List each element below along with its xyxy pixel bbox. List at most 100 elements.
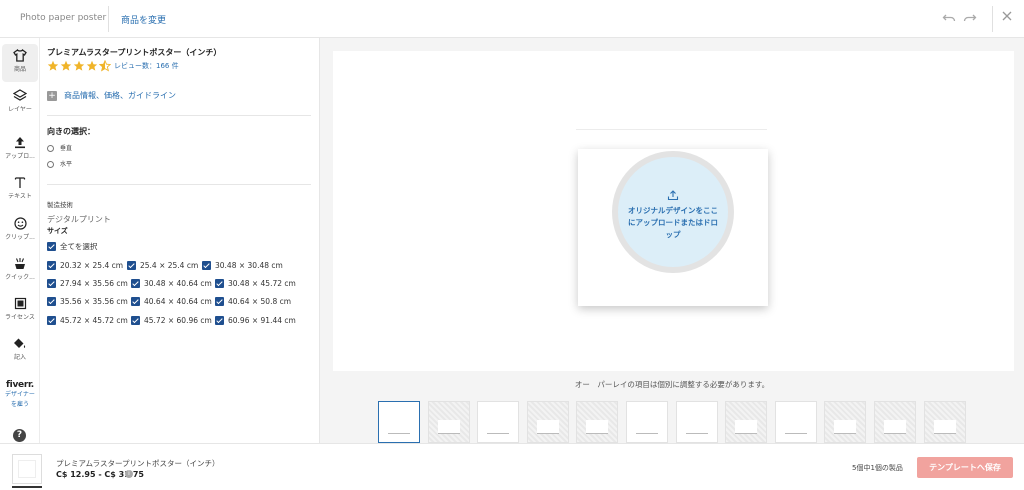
star-icon xyxy=(73,60,85,71)
product-info-link[interactable]: + 商品情報、価格、ガイドライン xyxy=(47,91,176,103)
size-header: サイズ xyxy=(47,227,68,235)
thumbnail-preview xyxy=(685,420,708,434)
variant-thumbnail[interactable] xyxy=(378,401,420,443)
layers-icon xyxy=(13,89,27,101)
review-count[interactable]: レビュー数：166 件 xyxy=(114,61,179,71)
upload-drop-zone[interactable]: オリジナルデザインをここにアップロードまたはドロップ xyxy=(618,157,728,267)
variant-thumbnail[interactable] xyxy=(824,401,867,443)
size-checkbox[interactable]: 40.64 × 50.8 cm xyxy=(215,297,291,307)
size-label: 40.64 × 50.8 cm xyxy=(228,297,292,306)
variant-thumbnail[interactable] xyxy=(427,401,470,443)
rail-label: 記入 xyxy=(13,354,26,361)
product-thumbnail[interactable] xyxy=(12,454,42,484)
variant-thumbnail[interactable] xyxy=(477,401,520,443)
help-icon[interactable]: ? xyxy=(13,429,26,442)
divider xyxy=(108,6,109,32)
tool-rail: 商品 レイヤー アップロ... テキスト クリップ... クイック... ライセ… xyxy=(0,38,40,443)
star-icon xyxy=(86,60,98,71)
size-checkbox[interactable]: 20.32 × 25.4 cm xyxy=(47,261,123,271)
product-info-label: 商品情報、価格、ガイドライン xyxy=(64,91,176,100)
footer-bar: プレミアムラスタープリントポスター（インチ） C$ 12.95 - C$ 31.… xyxy=(0,443,1024,490)
thumbnail-preview xyxy=(388,420,410,434)
checkbox-checked xyxy=(202,261,211,270)
rail-item-quick-design[interactable]: クイック... xyxy=(2,252,38,290)
rail-item-fill[interactable]: 記入 xyxy=(2,332,38,370)
rail-item-text[interactable]: テキスト xyxy=(2,171,38,209)
thumbnail-preview xyxy=(586,420,609,434)
divider xyxy=(47,184,311,185)
variant-thumbnail[interactable] xyxy=(725,401,768,443)
orientation-radio-vertical[interactable]: 垂直 xyxy=(47,144,72,154)
variant-thumbnail[interactable] xyxy=(625,401,668,443)
plus-icon: + xyxy=(47,91,57,101)
undo-icon[interactable] xyxy=(941,9,959,27)
rail-label: レイヤー xyxy=(8,106,32,113)
save-template-button[interactable]: テンプレートへ保存 xyxy=(917,457,1013,478)
size-label: 25.4 × 25.4 cm xyxy=(140,261,199,270)
variant-thumbnail[interactable] xyxy=(774,401,817,443)
rail-item-layers[interactable]: レイヤー xyxy=(2,84,38,122)
variant-thumbnail[interactable] xyxy=(873,401,916,443)
text-icon xyxy=(14,177,26,188)
thumbnail-preview xyxy=(933,420,956,434)
rail-item-clipart[interactable]: クリップ... xyxy=(2,212,38,250)
variant-thumbnail[interactable] xyxy=(526,401,569,443)
redo-icon[interactable] xyxy=(962,9,980,27)
design-stage: オリジナルデザインをここにアップロードまたはドロップ xyxy=(333,51,1014,371)
tech-value: デジタルプリント xyxy=(47,215,111,224)
change-product-link[interactable]: 商品を変更 xyxy=(121,13,166,26)
rail-item-license[interactable]: ライセンス xyxy=(2,292,38,330)
checkbox-checked xyxy=(47,242,56,251)
size-checkbox[interactable]: 30.48 × 45.72 cm xyxy=(215,279,296,289)
rail-label: 商品 xyxy=(13,66,26,73)
star-icon xyxy=(60,60,72,71)
thumbnail-preview xyxy=(834,420,857,434)
size-label: 35.56 × 35.56 cm xyxy=(60,297,128,306)
rail-label: テキスト xyxy=(8,193,32,200)
rail-item-upload[interactable]: アップロ... xyxy=(2,131,38,169)
checkbox-checked xyxy=(215,316,224,325)
quick-design-icon xyxy=(15,258,25,269)
size-label: 45.72 × 60.96 cm xyxy=(144,316,212,325)
size-checkbox[interactable]: 25.4 × 25.4 cm xyxy=(127,261,198,271)
size-label: 30.48 × 45.72 cm xyxy=(228,279,296,288)
size-checkbox[interactable]: 27.94 × 35.56 cm xyxy=(47,279,128,289)
rail-item-product[interactable]: 商品 xyxy=(2,44,38,82)
star-rating xyxy=(47,60,112,72)
close-icon[interactable] xyxy=(1000,9,1018,27)
design-canvas-area: オリジナルデザインをここにアップロードまたはドロップ オー パーレイの項目は個別… xyxy=(320,38,1024,443)
info-icon[interactable]: i xyxy=(125,470,133,478)
checkbox-checked xyxy=(131,279,140,288)
size-checkbox[interactable]: 45.72 × 60.96 cm xyxy=(131,316,212,326)
variant-thumbnail[interactable] xyxy=(675,401,718,443)
rail-label: クイック... xyxy=(5,274,35,281)
drop-zone-text: オリジナルデザインをここにアップロードまたはドロップ xyxy=(628,206,718,239)
checkbox-checked xyxy=(215,297,224,306)
thumbnail-preview xyxy=(735,420,758,434)
product-panel: プレミアムラスタープリントポスター（インチ） レビュー数：166 件 + 商品情… xyxy=(40,38,320,443)
size-checkbox[interactable]: 60.96 × 91.44 cm xyxy=(215,316,296,326)
size-checkbox[interactable]: 35.56 × 35.56 cm xyxy=(47,297,128,307)
size-checkbox[interactable]: 45.72 × 45.72 cm xyxy=(47,316,128,326)
fiverr-hire-designer[interactable]: fiverr. デザイナー を雇う xyxy=(2,380,38,410)
footer-product-name: プレミアムラスタープリントポスター（インチ） xyxy=(56,459,220,468)
checkbox-checked xyxy=(131,316,140,325)
size-checkbox[interactable]: 30.48 × 40.64 cm xyxy=(131,279,212,289)
half-star-icon xyxy=(99,60,111,72)
size-label: 45.72 × 45.72 cm xyxy=(60,316,128,325)
radio-circle xyxy=(47,145,54,152)
rail-label: ライセンス xyxy=(5,314,35,321)
divider xyxy=(992,6,993,32)
orientation-radio-horizontal[interactable]: 水平 xyxy=(47,160,72,170)
radio-circle xyxy=(47,161,54,168)
select-all-checkbox[interactable]: 全てを選択 xyxy=(47,242,97,252)
size-checkbox[interactable]: 40.64 × 40.64 cm xyxy=(131,297,212,307)
checkbox-label: 全てを選択 xyxy=(60,242,98,251)
variant-thumbnail[interactable] xyxy=(923,401,966,443)
size-label: 40.64 × 40.64 cm xyxy=(144,297,212,306)
paint-bucket-icon xyxy=(14,338,26,348)
variant-thumbnail[interactable] xyxy=(576,401,619,443)
thumbnail-preview xyxy=(536,420,559,434)
size-checkbox[interactable]: 30.48 × 30.48 cm xyxy=(202,261,283,271)
fiverr-logo: fiverr. xyxy=(6,380,34,390)
